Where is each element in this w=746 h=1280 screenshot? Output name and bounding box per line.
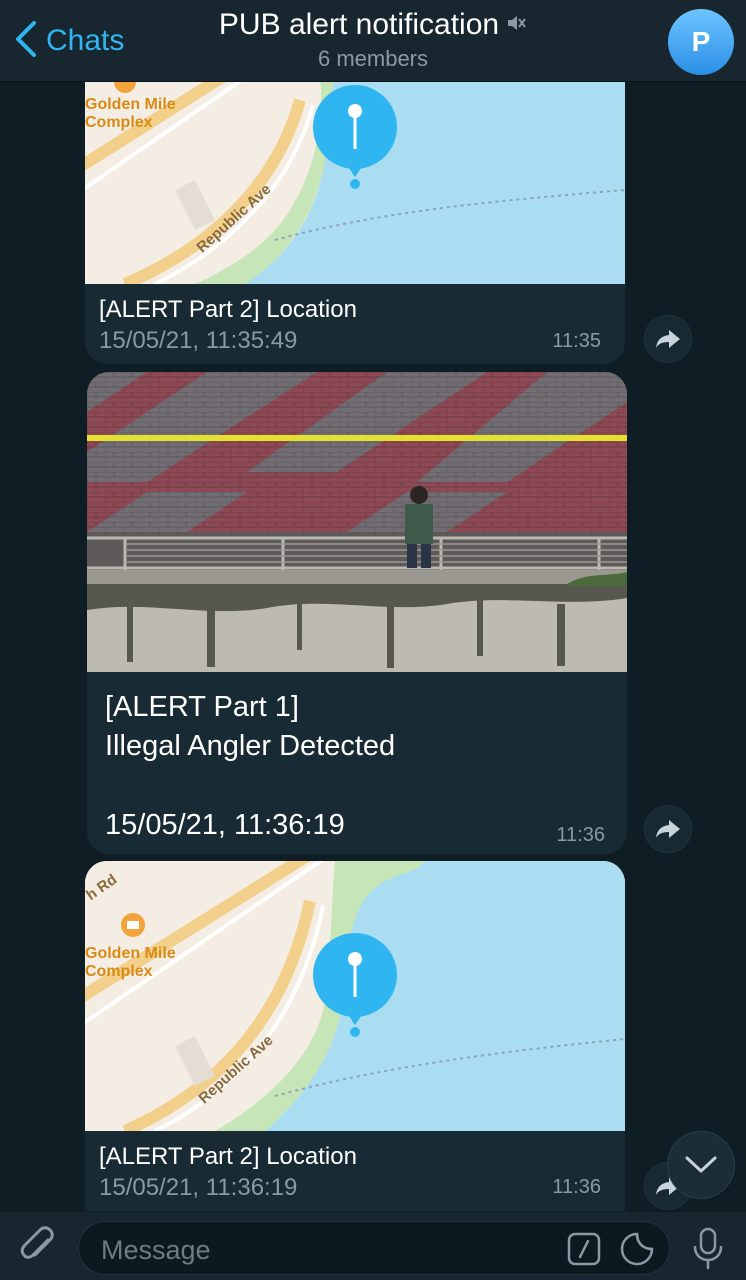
location-message[interactable]: Golden Mile Complex Republic Ave [ALERT … (85, 60, 625, 364)
alert-title: [ALERT Part 1] (105, 691, 299, 723)
sticker-icon[interactable] (619, 1231, 655, 1267)
map-preview[interactable]: h Rd Golden Mile Complex Republic Ave (85, 861, 625, 1131)
photo-message[interactable]: [ALERT Part 1] Illegal Angler Detected 1… (87, 372, 627, 854)
mute-icon (505, 8, 527, 42)
share-icon (656, 330, 680, 348)
message-time: 11:36 (552, 1176, 601, 1198)
message-placeholder: Message (101, 1235, 211, 1265)
chat-title-area[interactable]: PUB alert notification 6 members (160, 8, 586, 72)
chevron-down-icon (685, 1156, 717, 1173)
map-label-complex: Golden Mile Complex (85, 945, 176, 980)
message-caption: [ALERT Part 2] Location (99, 296, 357, 323)
chat-header: Chats PUB alert notification 6 members P (0, 0, 746, 82)
member-count: 6 members (317, 46, 429, 71)
back-button[interactable]: Chats (12, 18, 124, 64)
alert-description: Illegal Angler Detected (105, 730, 396, 762)
chat-screen: Chats PUB alert notification 6 members P (0, 0, 746, 1280)
alert-photo[interactable] (87, 372, 627, 672)
message-caption: [ALERT Part 2] Location (99, 1143, 357, 1170)
message-input[interactable]: Message (78, 1221, 670, 1275)
microphone-icon[interactable] (688, 1226, 728, 1270)
map-pin-icon (311, 85, 399, 189)
map-pin-icon (311, 933, 399, 1037)
scroll-down-button[interactable] (667, 1131, 735, 1199)
message-input-bar: Message (0, 1212, 746, 1280)
location-message[interactable]: h Rd Golden Mile Complex Republic Ave [A… (85, 861, 625, 1211)
back-label: Chats (46, 24, 125, 57)
message-time: 11:35 (552, 330, 601, 352)
avatar[interactable]: P (668, 9, 734, 75)
message-date: 15/05/21, 11:36:19 (99, 1174, 298, 1201)
paperclip-icon[interactable] (18, 1226, 60, 1268)
chat-title: PUB alert notification (218, 8, 500, 41)
message-date: 15/05/21, 11:35:49 (99, 327, 298, 354)
chevron-left-icon (12, 19, 38, 64)
share-icon (656, 820, 680, 838)
bot-command-icon[interactable] (567, 1232, 601, 1266)
alert-date: 15/05/21, 11:36:19 (105, 809, 345, 841)
map-label-complex: Golden Mile Complex (85, 96, 176, 131)
message-time: 11:36 (556, 824, 605, 846)
map-preview[interactable]: Golden Mile Complex Republic Ave (85, 60, 625, 284)
share-button[interactable] (644, 805, 692, 853)
share-button[interactable] (644, 315, 692, 363)
